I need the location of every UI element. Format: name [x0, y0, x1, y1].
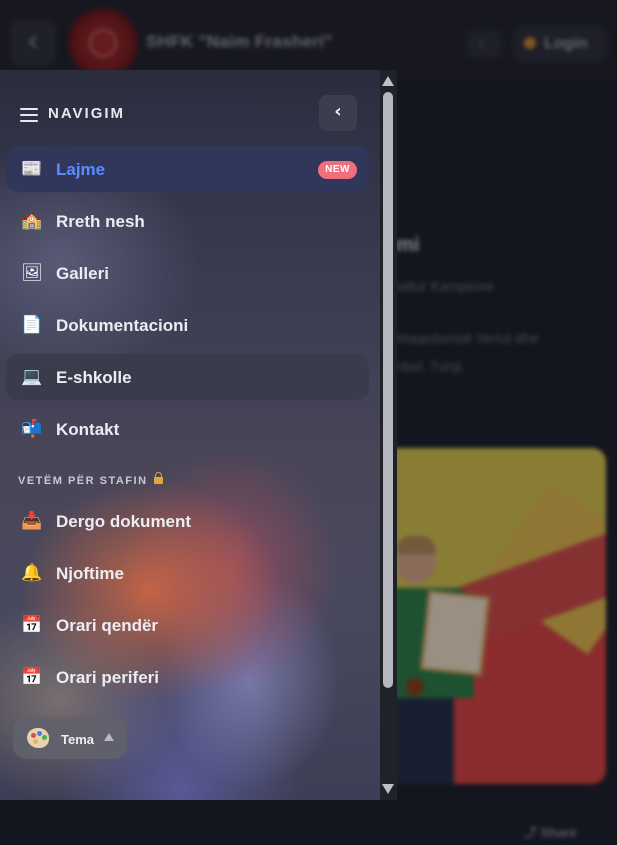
newspaper-icon: 📰	[21, 159, 43, 179]
palette-icon	[27, 728, 49, 748]
staff-section-label: VETËM PËR STAFIN	[18, 472, 163, 487]
nav-item-label: Galleri	[56, 264, 109, 283]
nav-item-dergo-dokument[interactable]: 📥 Dergo dokument	[6, 498, 369, 544]
hamburger-icon	[20, 108, 38, 122]
laptop-icon: 💻	[21, 367, 43, 387]
nav-item-label: Orari qendër	[56, 616, 159, 635]
nav-item-rreth-nesh[interactable]: 🏫 Rreth nesh	[6, 198, 369, 244]
nav-item-label: Lajme	[56, 160, 106, 179]
calendar-icon: 📅	[21, 667, 43, 687]
nav-item-dokumentacioni[interactable]: 📄 Dokumentacioni	[6, 302, 369, 348]
nav-item-label: Njoftime	[56, 564, 124, 583]
chevron-left-icon: ‹	[334, 101, 342, 122]
drawer-title: NAVIGIM	[48, 105, 126, 122]
nav-item-njoftime[interactable]: 🔔 Njoftime	[6, 550, 369, 596]
new-badge: NEW	[318, 161, 357, 179]
nav-item-label: Dergo dokument	[56, 512, 192, 531]
nav-item-label: E-shkolle	[56, 368, 132, 387]
school-icon: 🏫	[21, 211, 43, 231]
theme-button[interactable]: Tema	[13, 717, 127, 759]
lock-icon	[153, 472, 163, 484]
drawer-header: NAVIGIM ‹	[0, 70, 380, 150]
picture-icon: 🖼	[21, 263, 43, 283]
calendar-icon: 📅	[21, 615, 43, 635]
nav-item-kontakt[interactable]: 📬 Kontakt	[6, 406, 369, 452]
navigation-drawer: NAVIGIM ‹ 📰 Lajme NEW 🏫 Rreth nesh 🖼 Gal…	[0, 70, 397, 800]
scroll-down-arrow[interactable]	[382, 784, 394, 794]
nav-item-label: Orari periferi	[56, 668, 159, 687]
nav-item-label: Dokumentacioni	[56, 316, 189, 335]
nav-item-label: Rreth nesh	[56, 212, 145, 231]
nav-item-galleri[interactable]: 🖼 Galleri	[6, 250, 369, 296]
document-icon: 📄	[21, 315, 43, 335]
nav-item-label: Kontakt	[56, 420, 120, 439]
nav-item-orari-qender[interactable]: 📅 Orari qendër	[6, 602, 369, 648]
scrollbar-thumb[interactable]	[383, 92, 393, 688]
bell-icon: 🔔	[21, 563, 43, 583]
collapse-drawer-button[interactable]: ‹	[319, 95, 357, 131]
inbox-tray-icon: 📥	[21, 511, 43, 531]
mailbox-icon: 📬	[21, 419, 43, 439]
nav-item-e-shkolle[interactable]: 💻 E-shkolle	[6, 354, 369, 400]
nav-item-lajme[interactable]: 📰 Lajme NEW	[6, 146, 369, 192]
caret-up-icon	[104, 733, 114, 741]
scroll-up-arrow[interactable]	[382, 76, 394, 86]
nav-item-orari-periferi[interactable]: 📅 Orari periferi	[6, 654, 369, 700]
theme-button-label: Tema	[61, 732, 94, 747]
